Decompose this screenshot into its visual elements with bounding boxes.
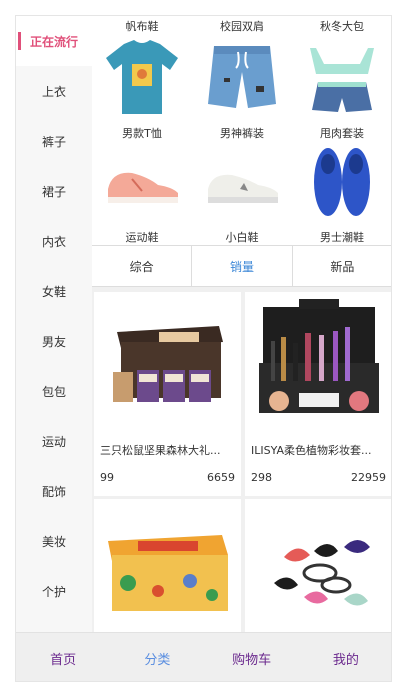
product-title: 三只松鼠坚果森林大礼... xyxy=(100,444,221,456)
category-label[interactable]: 运动鞋 xyxy=(92,229,192,245)
category-label[interactable]: 男款T恤 xyxy=(92,125,192,141)
snack-giftbox-image xyxy=(94,292,241,432)
sidebar-item-personal-care[interactable]: 个护 xyxy=(16,566,92,616)
sidebar-item-women-shoes[interactable]: 女鞋 xyxy=(16,266,92,316)
product-list: 三只松鼠坚果森林大礼... 99 6659 ILISYA柔色植物彩妆套... 2… xyxy=(92,287,391,632)
sidebar-item-sports[interactable]: 运动 xyxy=(16,416,92,466)
tab-sales[interactable]: 销量 xyxy=(192,246,293,286)
sidebar-item-boyfriend[interactable]: 男友 xyxy=(16,316,92,366)
category-row-2: 男款T恤 男神裤装 甩肉套装 xyxy=(92,125,391,141)
category-label[interactable]: 校园双肩 xyxy=(192,18,292,34)
app-frame: 正在流行 上衣 裤子 裙子 内衣 女鞋 男友 包包 运动 配饰 美妆 个护 帆布… xyxy=(15,15,392,682)
tshirt-image[interactable] xyxy=(92,36,192,118)
nav-cart[interactable]: 购物车 xyxy=(205,633,299,681)
snack-box-image xyxy=(94,499,241,632)
product-card[interactable]: ILISYA柔色植物彩妆套... 298 22959 xyxy=(245,292,391,496)
category-label[interactable]: 秋冬大包 xyxy=(292,18,391,34)
product-price: 99 xyxy=(100,471,114,484)
category-label[interactable]: 帆布鞋 xyxy=(92,18,192,34)
product-price: 298 xyxy=(251,471,272,484)
category-sidebar: 正在流行 上衣 裤子 裙子 内衣 女鞋 男友 包包 运动 配饰 美妆 个护 xyxy=(16,16,92,632)
shorts-image[interactable] xyxy=(192,36,292,118)
tab-new[interactable]: 新品 xyxy=(293,246,391,286)
product-card[interactable]: 三只松鼠坚果森林大礼... 99 6659 xyxy=(94,292,241,496)
sidebar-item-accessories[interactable]: 配饰 xyxy=(16,466,92,516)
category-label[interactable]: 男士潮鞋 xyxy=(292,229,391,245)
nav-profile[interactable]: 我的 xyxy=(299,633,391,681)
product-sales: 6659 xyxy=(207,471,235,484)
sort-tabs: 综合 销量 新品 xyxy=(92,245,391,287)
category-row-3: 运动鞋 小白鞋 男士潮鞋 xyxy=(92,229,391,245)
nav-category[interactable]: 分类 xyxy=(110,633,204,681)
sneaker-pink-image[interactable] xyxy=(92,144,192,224)
bottom-navigation: 首页 分类 购物车 我的 xyxy=(16,632,391,681)
nav-home[interactable]: 首页 xyxy=(16,633,110,681)
product-card[interactable] xyxy=(245,499,391,632)
category-row-1: 帆布鞋 校园双肩 秋冬大包 xyxy=(92,18,391,34)
category-label[interactable]: 甩肉套装 xyxy=(292,125,391,141)
tab-comprehensive[interactable]: 综合 xyxy=(92,246,193,286)
product-title: ILISYA柔色植物彩妆套... xyxy=(251,444,372,456)
hair-ties-image xyxy=(245,499,391,632)
sidebar-item-tops[interactable]: 上衣 xyxy=(16,66,92,116)
blue-shoes-image[interactable] xyxy=(292,144,391,224)
makeup-kit-image xyxy=(245,292,391,432)
product-card[interactable] xyxy=(94,499,241,632)
category-content: 帆布鞋 校园双肩 秋冬大包 男款T恤 男神裤装 甩肉套装 运动鞋 小白鞋 男士潮… xyxy=(92,16,391,632)
category-images-row-2 xyxy=(92,144,391,224)
category-label[interactable]: 小白鞋 xyxy=(192,229,292,245)
sports-set-image[interactable] xyxy=(292,36,391,118)
sidebar-item-popular[interactable]: 正在流行 xyxy=(16,16,92,66)
white-sneaker-image[interactable] xyxy=(192,144,292,224)
category-label[interactable]: 男神裤装 xyxy=(192,125,292,141)
sidebar-item-bags[interactable]: 包包 xyxy=(16,366,92,416)
sidebar-item-underwear[interactable]: 内衣 xyxy=(16,216,92,266)
sidebar-item-pants[interactable]: 裤子 xyxy=(16,116,92,166)
category-images-row-1 xyxy=(92,36,391,118)
sidebar-item-skirts[interactable]: 裙子 xyxy=(16,166,92,216)
product-sales: 22959 xyxy=(351,471,386,484)
sidebar-item-beauty[interactable]: 美妆 xyxy=(16,516,92,566)
